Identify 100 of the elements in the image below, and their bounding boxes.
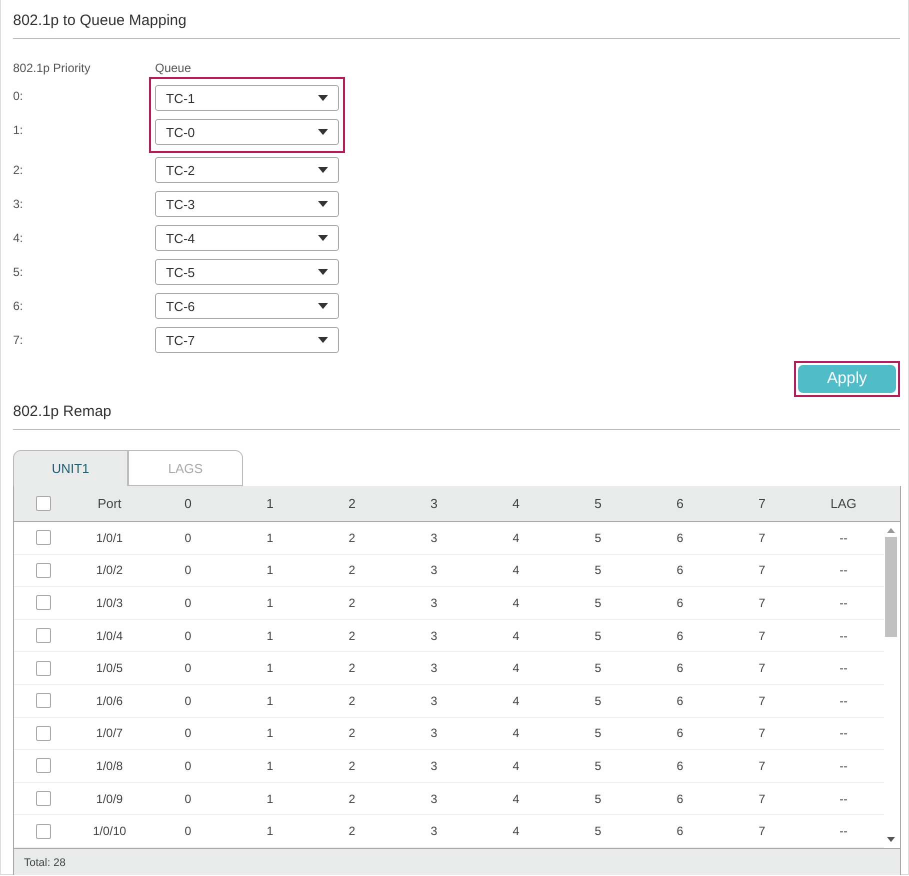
priority-label: 1: (13, 123, 24, 137)
queue-dropdown[interactable]: TC-6 (155, 293, 339, 319)
column-header: 802.1p Priority (13, 61, 92, 77)
checkbox[interactable] (36, 791, 50, 806)
priority-label: 4: (13, 231, 24, 245)
scroll-up-icon[interactable] (887, 528, 895, 533)
table-cell-text: 1 (266, 792, 274, 806)
queue-dropdown[interactable]: TC-5 (155, 259, 339, 285)
queue-dropdown[interactable]: TC-7 (155, 327, 339, 353)
column-header: 3 (429, 496, 439, 511)
dropdown-caret-icon (318, 129, 328, 135)
tab[interactable]: UNIT1 (13, 450, 128, 486)
total-count: Total: 28 (24, 856, 66, 869)
checkbox[interactable] (36, 726, 50, 741)
table-cell-text: 4 (512, 726, 520, 740)
table-cell-text: 1 (266, 824, 274, 838)
table-cell-text: 3 (430, 694, 438, 708)
table-cell-text: 1/0/10 (92, 824, 128, 838)
table-cell-text: 5 (594, 563, 602, 578)
table-cell-text: 5 (594, 530, 602, 545)
scroll-down-icon[interactable] (887, 836, 895, 842)
table-cell-text: 1 (266, 726, 274, 740)
checkbox[interactable] (36, 628, 50, 644)
checkbox[interactable] (36, 824, 50, 839)
table-cell-text: 4 (512, 596, 520, 610)
table-cell-text: 3 (430, 596, 438, 610)
table-cell-text: 5 (594, 758, 602, 773)
table-cell-text: 1/0/3 (95, 596, 124, 610)
table-cell-text: 1/0/6 (95, 694, 124, 708)
column-header: 0 (183, 496, 193, 511)
table-cell-text: 4 (512, 661, 520, 676)
checkbox[interactable] (36, 530, 50, 546)
table-cell-text: 6 (676, 628, 684, 643)
table-cell-text: -- (838, 726, 848, 740)
priority-label: 6: (13, 299, 24, 313)
table-cell-text: 5 (594, 628, 602, 643)
table-cell-text: 1 (266, 661, 274, 676)
table-cell-text: 6 (676, 694, 684, 708)
queue-dropdown[interactable]: TC-0 (155, 119, 339, 145)
table-cell-text: 0 (184, 563, 192, 578)
table-cell-text: 6 (676, 661, 684, 676)
table-cell-text: 0 (184, 661, 192, 676)
table-cell-text: 1 (266, 694, 274, 708)
table-cell-text: 2 (348, 563, 356, 578)
queue-dropdown[interactable]: TC-2 (155, 157, 339, 183)
table-cell-text: 0 (184, 530, 192, 545)
priority-label: 2: (13, 163, 24, 177)
checkbox[interactable] (36, 562, 50, 578)
table-cell-text: 1 (266, 758, 274, 773)
priority-label: 0: (13, 89, 24, 103)
table-cell-text: 0 (184, 824, 192, 838)
checkbox[interactable] (36, 693, 50, 708)
table-cell-text: 7 (758, 628, 766, 643)
table-cell-text: 7 (758, 726, 766, 740)
table-cell-text: 6 (676, 726, 684, 740)
table-cell-text: -- (838, 596, 848, 610)
table-cell-text: 4 (512, 694, 520, 708)
checkbox[interactable] (36, 758, 50, 774)
table-cell-text: -- (838, 661, 848, 676)
table-cell-text: 1 (266, 628, 274, 643)
table-cell-text: -- (838, 530, 848, 545)
table-cell-text: 6 (676, 824, 684, 838)
column-header: 5 (593, 496, 603, 511)
table-cell-text: 3 (430, 661, 438, 676)
checkbox[interactable] (36, 496, 50, 511)
table-cell-text: 4 (512, 530, 520, 545)
table-cell-text: 6 (676, 792, 684, 806)
table-cell-text: 4 (512, 792, 520, 806)
table-cell-text: 3 (430, 758, 438, 773)
priority-label: 7: (13, 333, 24, 347)
table-cell-text: 1/0/1 (95, 530, 124, 545)
column-header: 6 (675, 496, 685, 511)
table-cell-text: 4 (512, 758, 520, 773)
table-cell-text: 2 (348, 792, 356, 806)
table-cell-text: 1/0/4 (95, 628, 124, 643)
table-cell-text: 5 (594, 792, 602, 806)
checkbox[interactable] (36, 595, 50, 610)
table-cell-text: 6 (676, 596, 684, 610)
table-cell-text: 5 (594, 661, 602, 676)
queue-dropdown[interactable]: TC-1 (155, 85, 339, 111)
table-cell-text: -- (838, 792, 848, 806)
dropdown-caret-icon (318, 303, 328, 309)
table-cell-text: 2 (348, 726, 356, 740)
table-cell-text: 3 (430, 824, 438, 838)
dropdown-caret-icon (318, 269, 328, 275)
table-cell-text: 2 (348, 530, 356, 545)
table-cell-text: 7 (758, 792, 766, 806)
queue-dropdown[interactable]: TC-4 (155, 225, 339, 251)
table-cell-text: 5 (594, 694, 602, 708)
table-cell-text: -- (838, 824, 848, 838)
column-header: Queue (155, 61, 192, 77)
table-cell-text: 0 (184, 726, 192, 740)
checkbox[interactable] (36, 660, 50, 676)
table-cell-text: 7 (758, 694, 766, 708)
table-cell-text: 1 (266, 530, 274, 545)
table-cell-text: 3 (430, 792, 438, 806)
scrollbar-thumb[interactable] (885, 537, 897, 637)
queue-dropdown[interactable]: TC-3 (155, 191, 339, 217)
dropdown-caret-icon (318, 235, 328, 241)
table-cell-text: 7 (758, 596, 766, 610)
